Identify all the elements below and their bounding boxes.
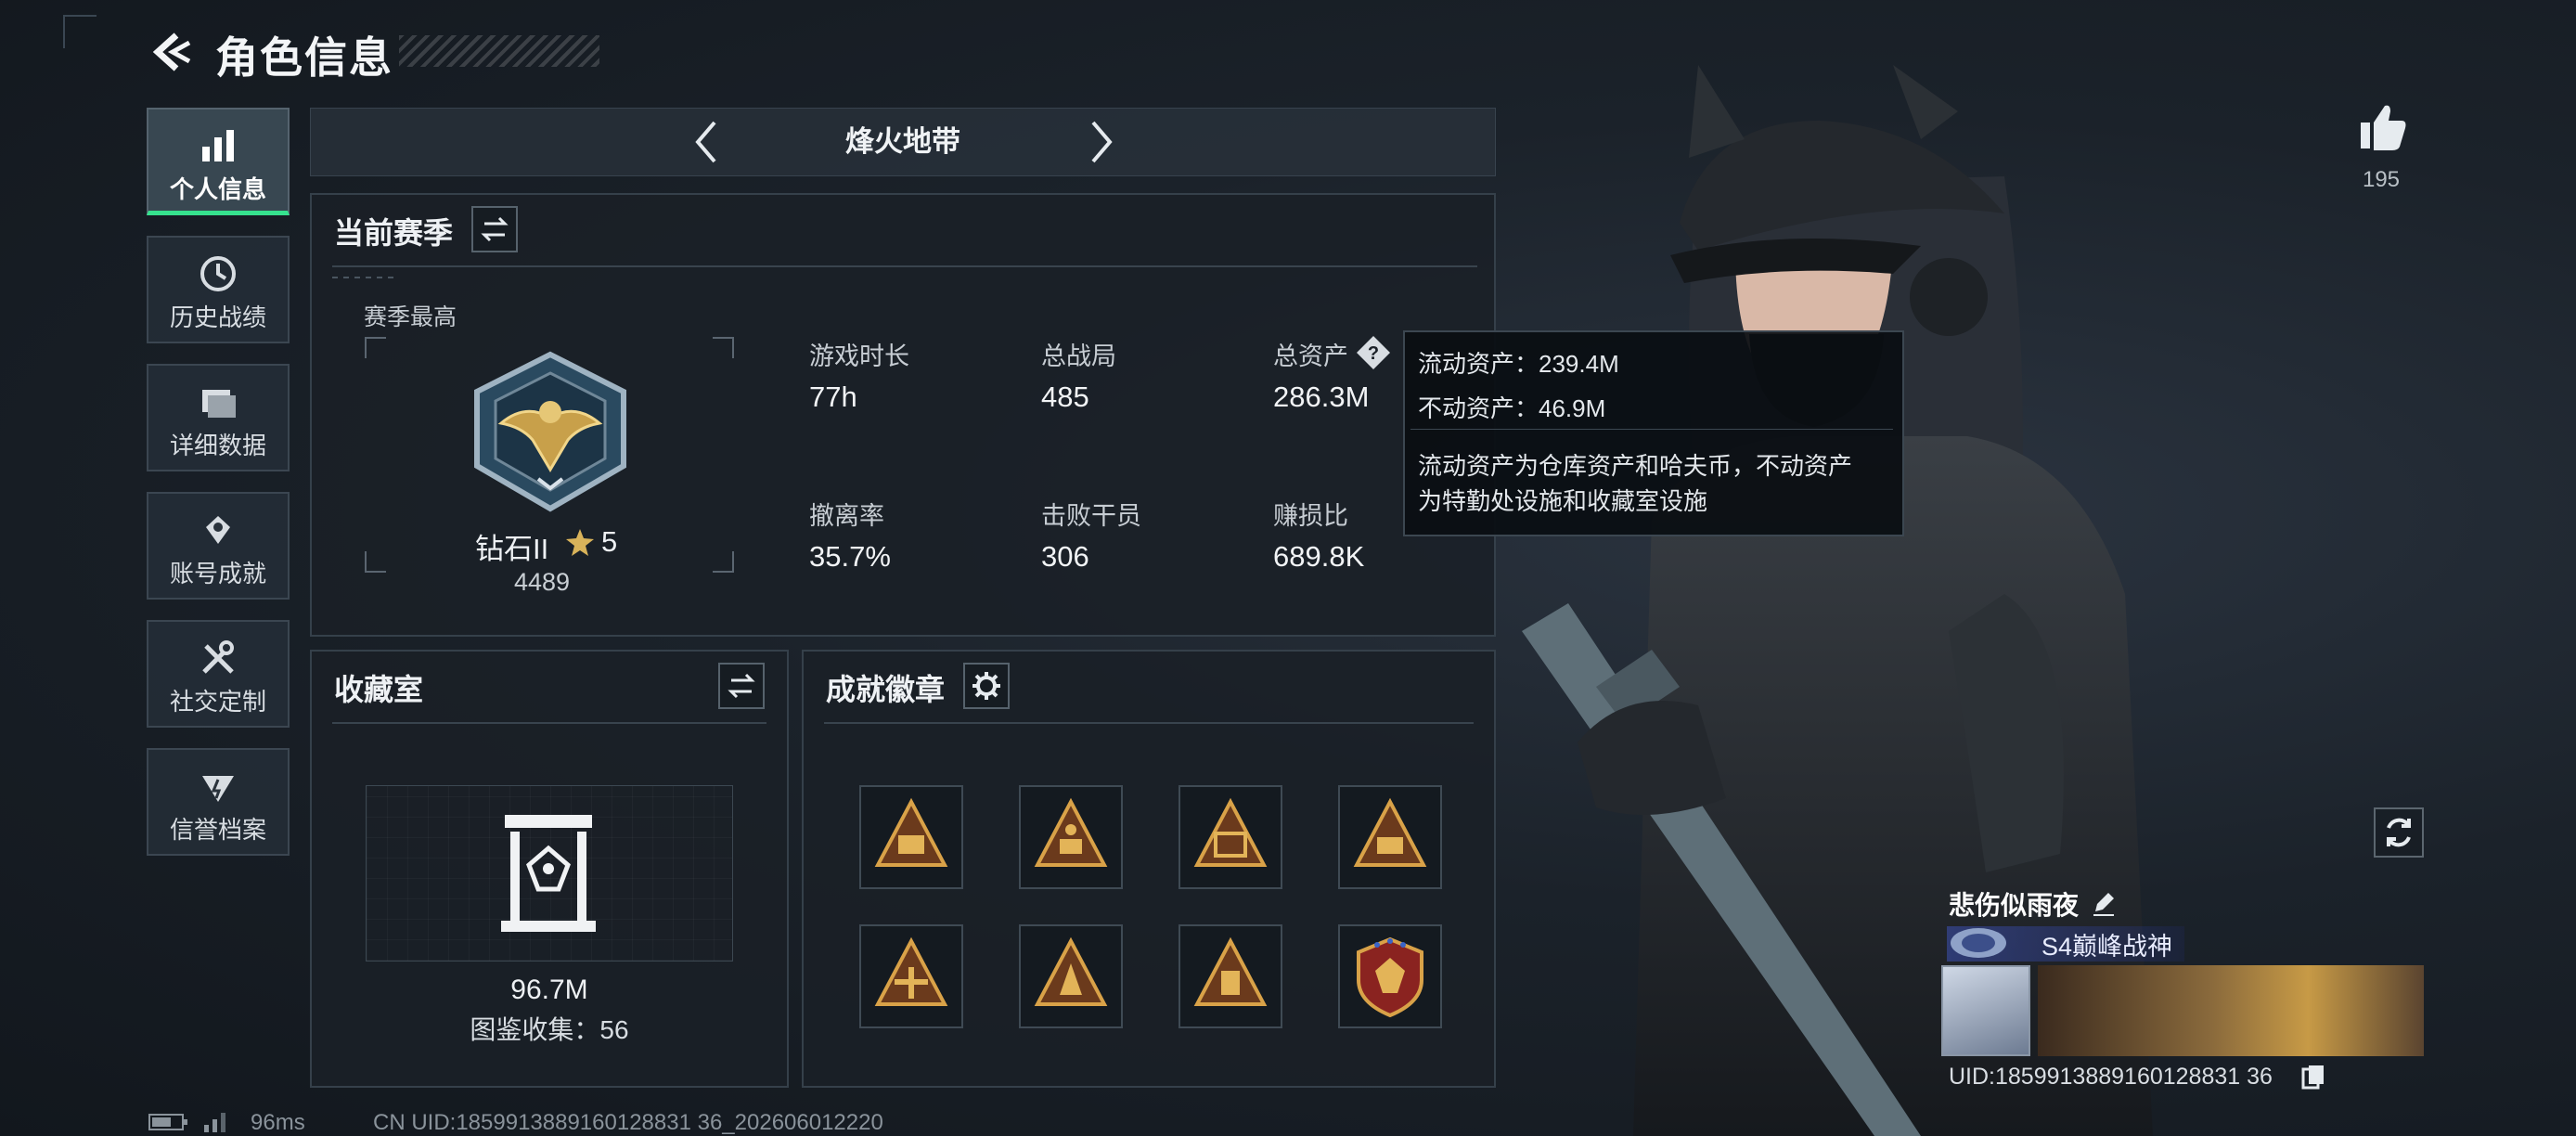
stat-label: 撤离率 bbox=[809, 502, 884, 530]
help-icon[interactable]: ? bbox=[1355, 334, 1392, 371]
season-title: 当前赛季 bbox=[334, 216, 454, 250]
chevron-right-icon[interactable] bbox=[1080, 117, 1121, 167]
sidebar-item-account-achievements[interactable]: 账号成就 bbox=[147, 492, 290, 600]
avatar[interactable] bbox=[1941, 965, 2030, 1056]
achievement-badge[interactable] bbox=[859, 924, 963, 1028]
sidebar-item-label: 社交定制 bbox=[169, 688, 266, 716]
like-count: 195 bbox=[2362, 167, 2401, 192]
sidebar-item-label: 账号成就 bbox=[169, 560, 266, 587]
achievement-badge[interactable] bbox=[1338, 785, 1442, 889]
copy-icon[interactable] bbox=[2301, 1064, 2325, 1090]
rank-stars: 5 bbox=[601, 525, 618, 558]
bar-chart-icon bbox=[202, 130, 234, 161]
edit-icon[interactable] bbox=[2090, 889, 2118, 917]
rotate-model-button[interactable] bbox=[2374, 807, 2424, 858]
collection-title: 收藏室 bbox=[334, 673, 424, 706]
collection-vault-icon bbox=[501, 815, 596, 932]
sidebar-item-credit-record[interactable]: 信誉档案 bbox=[147, 748, 290, 856]
footer-uid: CN UID:1859913889160128831 36_2026060122… bbox=[373, 1110, 883, 1135]
collection-value: 96.7M bbox=[510, 975, 588, 1005]
achievements-settings-button[interactable] bbox=[963, 663, 1010, 709]
folder-icon bbox=[202, 390, 236, 418]
badge-triangle-icon bbox=[874, 936, 948, 1006]
tooltip-description-line: 为特勤处设施和收藏室设施 bbox=[1418, 487, 1708, 515]
badge-triangle-icon bbox=[1193, 936, 1268, 1006]
stat-label: 击败干员 bbox=[1041, 502, 1141, 530]
achievement-badge[interactable] bbox=[1019, 924, 1123, 1028]
tools-icon bbox=[202, 640, 234, 674]
svg-text:?: ? bbox=[1368, 343, 1379, 364]
mode-title: 烽火地带 bbox=[845, 125, 960, 158]
achievement-icon bbox=[206, 516, 230, 544]
season-switch-button[interactable] bbox=[471, 206, 518, 252]
sidebar-item-history[interactable]: 历史战绩 bbox=[147, 236, 290, 343]
rank-score: 4489 bbox=[514, 568, 571, 596]
star-icon bbox=[566, 529, 594, 556]
thumbs-up-icon[interactable] bbox=[2357, 100, 2409, 152]
stat-value: 485 bbox=[1041, 381, 1089, 413]
stat-value: 286.3M bbox=[1273, 381, 1370, 413]
achievement-badge[interactable] bbox=[1179, 924, 1282, 1028]
diamond-rank-emblem-icon bbox=[474, 351, 626, 512]
tooltip-liquid-assets: 流动资产：239.4M bbox=[1418, 350, 1619, 378]
stat-value: 689.8K bbox=[1273, 540, 1365, 573]
sidebar-item-detailed-data[interactable]: 详细数据 bbox=[147, 364, 290, 471]
battery-icon bbox=[148, 1114, 187, 1130]
divider bbox=[332, 722, 766, 724]
sidebar-item-personal-info[interactable]: 个人信息 bbox=[147, 108, 290, 215]
swap-icon bbox=[481, 216, 509, 242]
title-emblem-icon bbox=[1951, 928, 2006, 958]
achievements-title: 成就徽章 bbox=[826, 673, 946, 706]
badge-triangle-icon bbox=[1034, 936, 1108, 1006]
achievement-badge[interactable] bbox=[1179, 785, 1282, 889]
divider bbox=[1410, 429, 1893, 430]
divider bbox=[824, 722, 1474, 724]
tooltip-fixed-assets: 不动资产：46.9M bbox=[1418, 394, 1606, 422]
season-best-label: 赛季最高 bbox=[364, 304, 457, 330]
corner-decoration bbox=[63, 15, 97, 48]
badge-triangle-icon bbox=[1353, 797, 1427, 867]
sidebar-item-label: 信誉档案 bbox=[169, 816, 266, 844]
collection-switch-button[interactable] bbox=[718, 663, 765, 709]
stat-value: 77h bbox=[809, 381, 857, 413]
history-icon bbox=[200, 256, 236, 291]
back-arrow-icon[interactable] bbox=[148, 30, 193, 74]
stat-label: 总资产 bbox=[1273, 342, 1348, 370]
page-title: 角色信息 bbox=[215, 33, 393, 82]
player-title: S4巅峰战神 bbox=[2041, 933, 2173, 961]
badge-triangle-icon bbox=[874, 797, 948, 867]
sidebar-item-label: 详细数据 bbox=[169, 432, 266, 459]
badge-shield-icon bbox=[1357, 936, 1423, 1018]
stat-value: 306 bbox=[1041, 540, 1089, 573]
refresh-icon bbox=[2387, 818, 2411, 847]
title-stripes bbox=[399, 35, 599, 67]
rank-name: 钻石II bbox=[475, 533, 549, 565]
swap-icon bbox=[728, 673, 755, 699]
sidebar-item-social-custom[interactable]: 社交定制 bbox=[147, 620, 290, 728]
achievement-badge[interactable] bbox=[859, 785, 963, 889]
stat-label: 总战局 bbox=[1041, 342, 1116, 370]
gear-icon bbox=[972, 672, 1000, 700]
achievement-badge[interactable] bbox=[1019, 785, 1123, 889]
stat-label: 赚损比 bbox=[1273, 502, 1348, 530]
sidebar-item-label: 个人信息 bbox=[169, 175, 266, 203]
stat-value: 35.7% bbox=[809, 540, 891, 573]
signal-icon bbox=[204, 1113, 225, 1132]
badge-triangle-icon bbox=[1034, 797, 1108, 867]
player-uid: UID:1859913889160128831 36 bbox=[1949, 1064, 2273, 1090]
sidebar-item-label: 历史战绩 bbox=[169, 303, 266, 331]
divider bbox=[332, 265, 1477, 267]
badge-triangle-icon bbox=[1193, 797, 1268, 867]
name-card-banner[interactable] bbox=[2038, 965, 2424, 1056]
achievement-badge[interactable] bbox=[1338, 924, 1442, 1028]
tooltip-description-line: 流动资产为仓库资产和哈夫币，不动资产 bbox=[1418, 452, 1853, 480]
stat-label: 游戏时长 bbox=[809, 342, 909, 370]
divider bbox=[332, 277, 397, 278]
player-name: 悲伤似雨夜 bbox=[1949, 891, 2080, 920]
credit-icon bbox=[202, 776, 234, 802]
collection-count: 图鉴收集：56 bbox=[470, 1015, 629, 1044]
ping-value: 96ms bbox=[251, 1110, 305, 1135]
